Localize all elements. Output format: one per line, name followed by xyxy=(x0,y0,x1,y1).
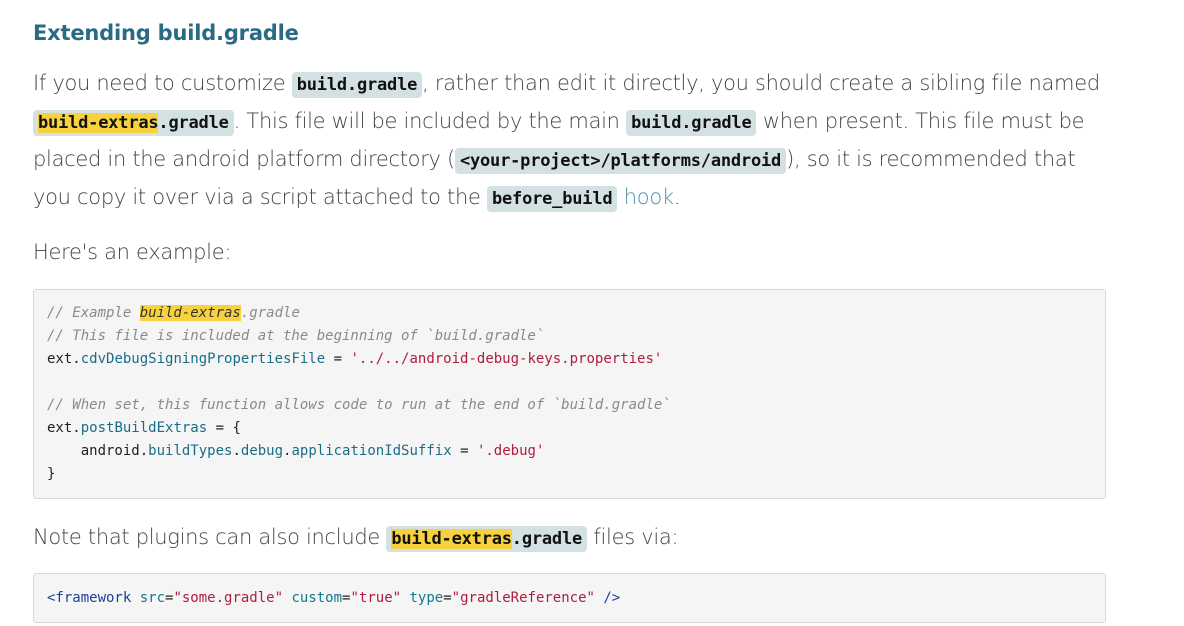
example-label: Here's an example: xyxy=(33,240,232,264)
intro-text: . xyxy=(673,185,681,209)
code-dot: . xyxy=(232,443,241,459)
code-tag: /> xyxy=(594,590,621,606)
code-attribute: custom xyxy=(283,590,343,606)
search-highlight: build-extras xyxy=(391,529,512,549)
code-brace: } xyxy=(47,466,56,482)
code-dot: . xyxy=(72,351,81,367)
code-line: <framework src="some.gradle" custom="tru… xyxy=(47,587,1093,610)
intro-text: . This file will be included by the main xyxy=(233,109,627,133)
code-dot: . xyxy=(72,420,81,436)
intro-text: , rather than edit it directly, you shou… xyxy=(422,71,1100,95)
code-line: } xyxy=(47,463,1093,486)
code-attribute: type xyxy=(401,590,444,606)
code-line: ext.postBuildExtras = { xyxy=(47,417,1093,440)
inline-code-build-extras-gradle: build-extras.gradle xyxy=(33,110,234,136)
note-paragraph: Note that plugins can also include build… xyxy=(33,519,1113,557)
hook-link[interactable]: hook xyxy=(624,185,674,209)
code-property: buildTypes xyxy=(148,443,233,459)
code-object: ext xyxy=(47,420,73,436)
code-string: "some.gradle" xyxy=(173,590,284,606)
code-block-build-extras[interactable]: // Example build-extras.gradle // This fi… xyxy=(33,289,1106,499)
code-object: android xyxy=(47,443,140,459)
note-text: Note that plugins can also include xyxy=(33,525,387,549)
code-string: '.debug' xyxy=(476,443,545,459)
code-tag: <framework xyxy=(47,590,132,606)
code-line: android.buildTypes.debug.applicationIdSu… xyxy=(47,440,1093,463)
code-equals: = xyxy=(443,590,452,606)
inline-code-build-extras-gradle: build-extras.gradle xyxy=(386,526,588,552)
code-line: // This file is included at the beginnin… xyxy=(47,325,1093,348)
code-comment-text: // Example xyxy=(47,305,140,321)
code-comment: // This file is included at the beginnin… xyxy=(47,328,545,344)
inline-code-build-gradle: build.gradle xyxy=(626,110,757,136)
code-object: ext xyxy=(47,351,73,367)
code-operator: = xyxy=(325,351,351,367)
code-property: applicationIdSuffix xyxy=(291,443,452,459)
search-highlight: build-extras xyxy=(38,113,159,133)
documentation-section: Extending build.gradle If you need to cu… xyxy=(33,20,1113,623)
code-attribute: src xyxy=(131,590,166,606)
code-operator: = { xyxy=(207,420,241,436)
inline-code-rest: .gradle xyxy=(158,113,229,133)
inline-code-before-build: before_build xyxy=(486,186,618,212)
inline-code-build-gradle: build.gradle xyxy=(291,72,423,98)
code-line: // When set, this function allows code t… xyxy=(47,394,1093,417)
code-string: "true" xyxy=(350,590,402,606)
inline-code-platform-path: <your-project>/platforms/android xyxy=(454,148,787,174)
code-property: cdvDebugSigningPropertiesFile xyxy=(80,351,326,367)
code-comment-text: .gradle xyxy=(240,305,300,321)
code-comment: // Example build-extras.gradle xyxy=(47,305,300,321)
code-operator: = xyxy=(451,443,477,459)
code-comment: // When set, this function allows code t… xyxy=(47,397,671,413)
code-property: debug xyxy=(240,443,284,459)
section-heading: Extending build.gradle xyxy=(33,21,299,45)
code-block-framework-tag[interactable]: <framework src="some.gradle" custom="tru… xyxy=(33,573,1106,623)
note-text: files via: xyxy=(587,525,679,549)
search-highlight: build-extras xyxy=(139,305,241,321)
code-property: postBuildExtras xyxy=(80,420,208,436)
intro-text: If you need to customize xyxy=(33,71,292,95)
inline-code-rest: .gradle xyxy=(511,529,583,549)
code-line: ext.cdvDebugSigningPropertiesFile = '../… xyxy=(47,348,1093,371)
code-line: // Example build-extras.gradle xyxy=(47,302,1093,325)
code-string: "gradleReference" xyxy=(451,590,595,606)
code-dot: . xyxy=(139,443,149,459)
code-string: '../../android-debug-keys.properties' xyxy=(350,351,663,367)
intro-paragraph: If you need to customize build.gradle, r… xyxy=(33,65,1113,217)
